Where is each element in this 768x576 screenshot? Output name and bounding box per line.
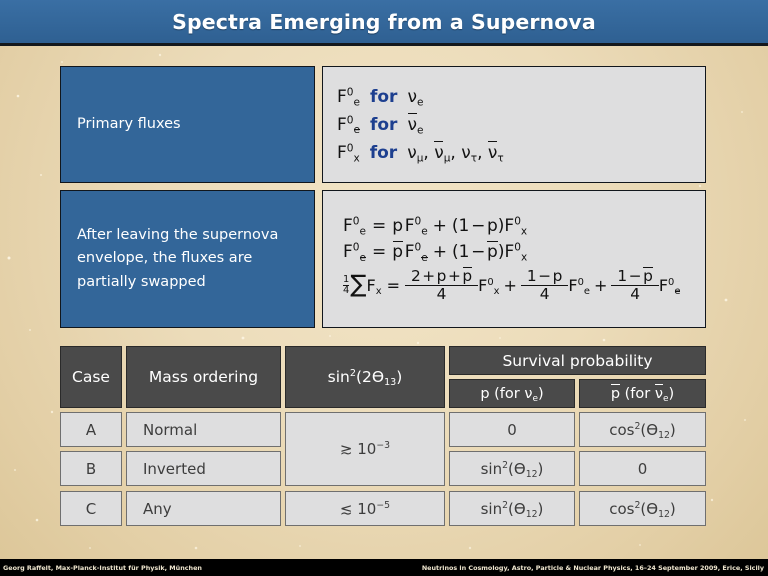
- pbar-for-nuebar-expression: p (for νe): [610, 384, 675, 404]
- page-title: Spectra Emerging from a Supernova: [172, 9, 596, 34]
- p-value-b: sin2(Ө12): [480, 459, 544, 480]
- footer-conference: Neutrinos in Cosmology, Astro, Particle …: [421, 563, 764, 572]
- species-nu-e: νe: [407, 86, 424, 108]
- after-leaving-label-box: After leaving the supernova envelope, th…: [60, 190, 315, 328]
- footer-author: Georg Raffelt, Max-Planck-Institut für P…: [3, 563, 202, 572]
- table-row: B: [60, 451, 122, 486]
- swap-equation-sum-fx: 14 ∑ Fx = 2 + p + p 4 F0x + 1 − p 4 F0e …: [343, 267, 681, 303]
- flux-symbol-febar0: F0e: [337, 113, 361, 136]
- swap-equation-nu-e: F0e = p F0e + (1 − p)F0x: [343, 215, 528, 238]
- p-value-c: sin2(Ө12): [480, 499, 544, 520]
- table-header-p-for-nue: p (for νe): [449, 379, 575, 408]
- sin2-2theta13-cell-c: ≲ 10−5: [285, 491, 445, 526]
- coefficient-fe: 1 − p 4: [520, 268, 569, 302]
- pbar-cell-a: cos2(Ө12): [579, 412, 706, 447]
- mass-ordering-cell-c: Any: [126, 491, 281, 526]
- primary-flux-row: F0e for νe: [337, 85, 705, 108]
- species-nu-mu-tau-list: νμ, νμ, ντ, ντ: [407, 141, 504, 164]
- flux-symbol-fe0: F0e: [337, 85, 360, 108]
- case-value-a: A: [85, 420, 97, 439]
- sin2-value-c: ≲ 10−5: [339, 499, 391, 518]
- sin2-value-ab: ≳ 10−3: [339, 440, 391, 458]
- one-quarter-prefix: 14: [343, 273, 350, 296]
- pbar-value-c: cos2(Ө12): [609, 499, 676, 520]
- table-header-sin2-2theta13: sin2(2Ө13): [285, 346, 445, 408]
- case-value-b: B: [85, 459, 97, 478]
- species-nu-e-bar: νe: [407, 113, 424, 136]
- for-keyword: for: [369, 114, 398, 135]
- swapped-fluxes-formula-box: F0e = p F0e + (1 − p)F0x F0e = p F0e + (…: [322, 190, 706, 328]
- primary-fluxes-label-box: Primary fluxes: [60, 66, 315, 183]
- mass-ordering-cell-b: Inverted: [126, 451, 281, 486]
- after-leaving-label: After leaving the supernova envelope, th…: [77, 227, 279, 290]
- table-header-case: Case: [60, 346, 122, 408]
- mass-ordering-value-a: Normal: [143, 420, 198, 439]
- table-row: A: [60, 412, 122, 447]
- table-header-pbar-for-nuebar: p (for νe): [579, 379, 706, 408]
- mass-ordering-value-c: Any: [143, 499, 172, 518]
- p-value-a: 0: [507, 420, 517, 439]
- sin2-2theta13-expression: sin2(2Ө13): [327, 368, 403, 389]
- p-for-nue-expression: p (for νe): [480, 385, 544, 404]
- sin2-2theta13-cell-ab: ≳ 10−3: [285, 412, 445, 486]
- mass-ordering-cell-a: Normal: [126, 412, 281, 447]
- summation-sign: ∑: [350, 270, 367, 299]
- table-header-case-label: Case: [72, 368, 110, 386]
- primary-flux-row: F0e for νe: [337, 113, 705, 136]
- coefficient-febar: 1 − p 4: [611, 267, 659, 302]
- flux-symbol-fx0: F0x: [337, 141, 360, 164]
- table-header-mass-ordering-label: Mass ordering: [148, 368, 259, 386]
- primary-fluxes-label: Primary fluxes: [77, 116, 181, 133]
- p-cell-b: sin2(Ө12): [449, 451, 575, 486]
- mass-ordering-value-b: Inverted: [143, 459, 206, 478]
- pbar-cell-b: 0: [579, 451, 706, 486]
- p-cell-a: 0: [449, 412, 575, 447]
- table-header-survival-probability-label: Survival probability: [502, 351, 653, 370]
- for-keyword: for: [369, 142, 398, 163]
- pbar-cell-c: cos2(Ө12): [579, 491, 706, 526]
- p-cell-c: sin2(Ө12): [449, 491, 575, 526]
- swap-equation-nu-e-bar: F0e = p F0e + (1 − p)F0x: [343, 241, 528, 264]
- table-header-mass-ordering: Mass ordering: [126, 346, 281, 408]
- case-value-c: C: [85, 499, 97, 518]
- slide-title-bar: Spectra Emerging from a Supernova: [0, 0, 768, 46]
- slide-footer: Georg Raffelt, Max-Planck-Institut für P…: [0, 559, 768, 576]
- primary-fluxes-formula-box: F0e for νe F0e for νe F0x for νμ, νμ, ντ…: [322, 66, 706, 183]
- pbar-value-b: 0: [637, 459, 648, 478]
- pbar-value-a: cos2(Ө12): [609, 420, 676, 441]
- for-keyword: for: [369, 86, 398, 107]
- table-header-survival-probability: Survival probability: [449, 346, 706, 375]
- table-row: C: [60, 491, 122, 526]
- survival-probability-table: Case Mass ordering sin2(2Ө13) Survival p…: [60, 346, 706, 544]
- primary-flux-row: F0x for νμ, νμ, ντ, ντ: [337, 141, 705, 164]
- coefficient-fx: 2 + p + p 4: [404, 267, 479, 302]
